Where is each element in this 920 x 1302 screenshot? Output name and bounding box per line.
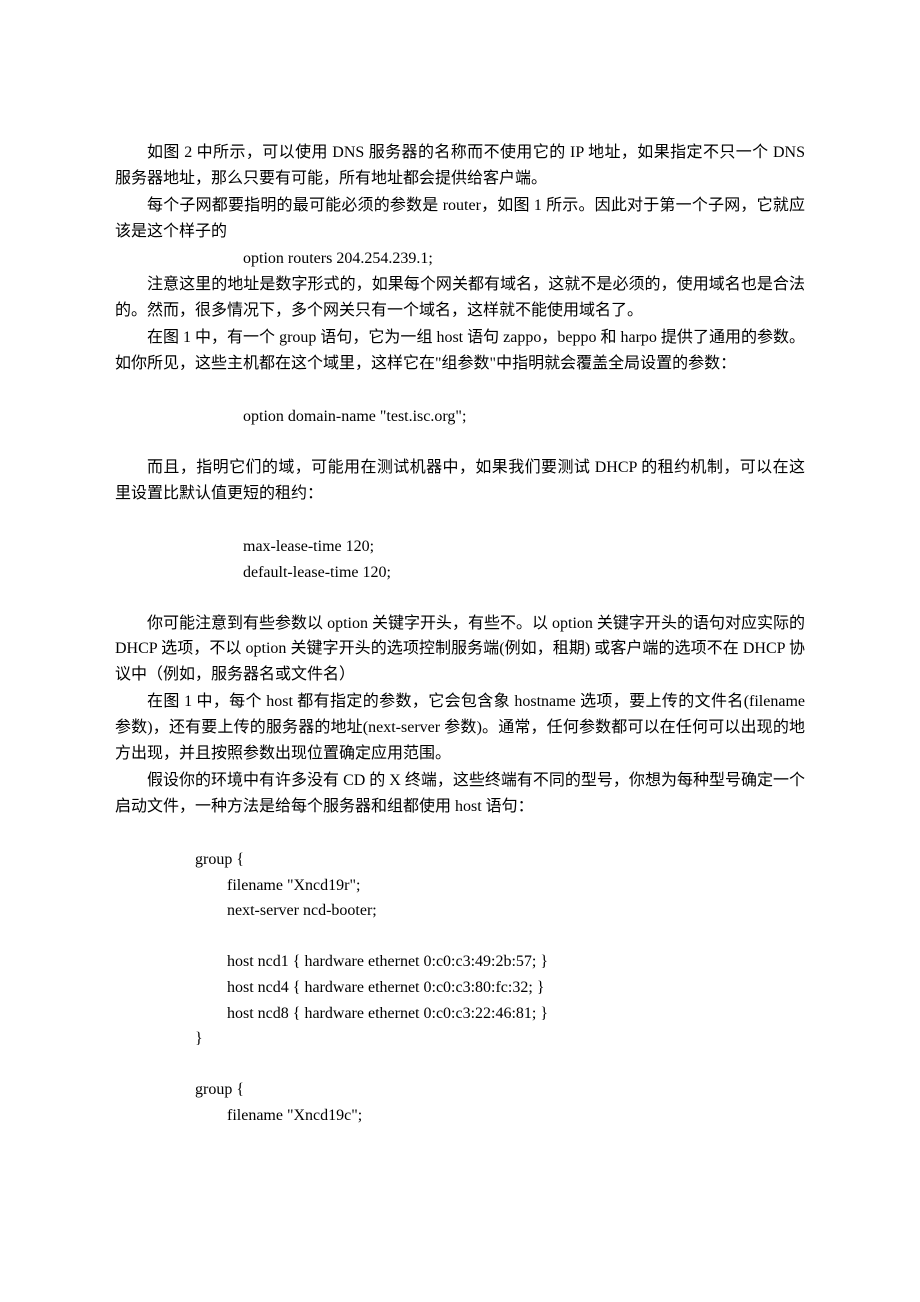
paragraph: 每个子网都要指明的最可能必须的参数是 router，如图 1 所示。因此对于第一… xyxy=(115,193,805,244)
blank-line xyxy=(115,821,805,847)
blank-line xyxy=(115,508,805,534)
code-line: next-server ncd-booter; xyxy=(115,898,805,924)
blank-line xyxy=(115,924,805,950)
code-group-open: group { xyxy=(115,847,805,873)
code-line: host ncd8 { hardware ethernet 0:c0:c3:22… xyxy=(115,1001,805,1027)
document-page: 如图 2 中所示，可以使用 DNS 服务器的名称而不使用它的 IP 地址，如果指… xyxy=(0,0,920,1302)
paragraph: 假设你的环境中有许多没有 CD 的 X 终端，这些终端有不同的型号，你想为每种型… xyxy=(115,768,805,819)
code-line: filename "Xncd19r"; xyxy=(115,873,805,899)
code-line: host ncd1 { hardware ethernet 0:c0:c3:49… xyxy=(115,949,805,975)
code-line: default-lease-time 120; xyxy=(115,560,805,586)
blank-line xyxy=(115,1052,805,1078)
code-line: filename "Xncd19c"; xyxy=(115,1103,805,1129)
paragraph: 你可能注意到有些参数以 option 关键字开头，有些不。以 option 关键… xyxy=(115,611,805,688)
paragraph: 注意这里的地址是数字形式的，如果每个网关都有域名，这就不是必须的，使用域名也是合… xyxy=(115,272,805,323)
code-line: host ncd4 { hardware ethernet 0:c0:c3:80… xyxy=(115,975,805,1001)
blank-line xyxy=(115,430,805,456)
blank-line xyxy=(115,585,805,611)
code-line: max-lease-time 120; xyxy=(115,534,805,560)
blank-line xyxy=(115,378,805,404)
paragraph: 而且，指明它们的域，可能用在测试机器中，如果我们要测试 DHCP 的租约机制，可… xyxy=(115,455,805,506)
code-group-open: group { xyxy=(115,1077,805,1103)
paragraph: 在图 1 中，有一个 group 语句，它为一组 host 语句 zappo，b… xyxy=(115,325,805,376)
paragraph: 在图 1 中，每个 host 都有指定的参数，它会包含象 hostname 选项… xyxy=(115,689,805,766)
code-line: option routers 204.254.239.1; xyxy=(115,246,805,272)
paragraph: 如图 2 中所示，可以使用 DNS 服务器的名称而不使用它的 IP 地址，如果指… xyxy=(115,140,805,191)
code-line: option domain-name "test.isc.org"; xyxy=(115,404,805,430)
code-group-close: } xyxy=(115,1026,805,1052)
